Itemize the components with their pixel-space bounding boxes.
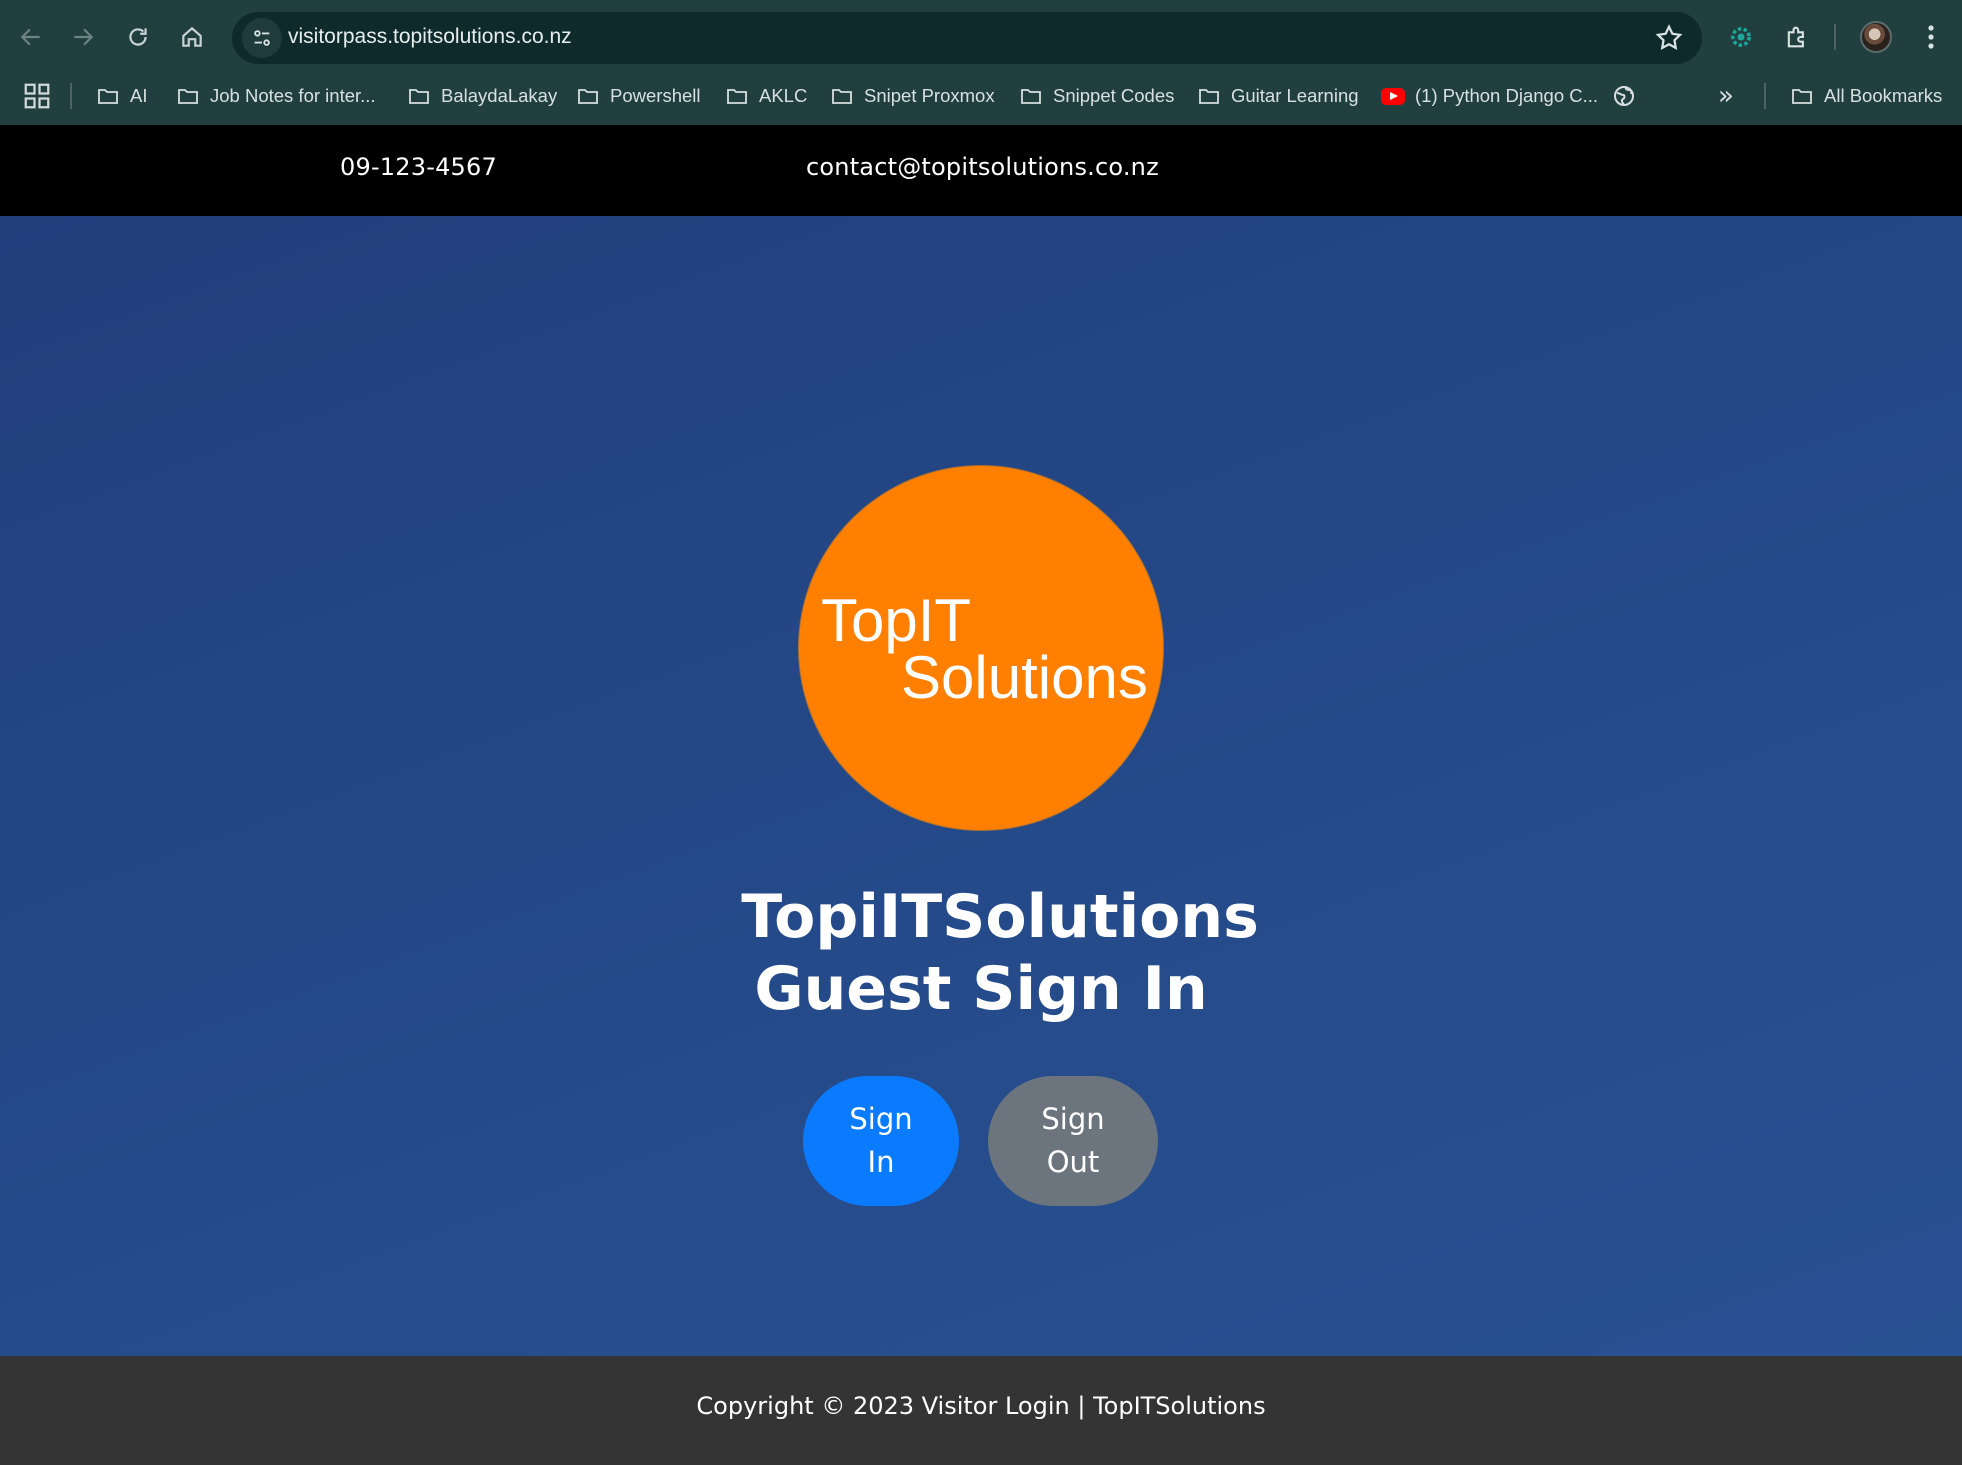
sign-out-button[interactable]: Sign Out xyxy=(988,1076,1158,1206)
folder-icon xyxy=(98,89,118,104)
globe-icon xyxy=(1614,86,1634,106)
folder-icon xyxy=(1199,89,1219,104)
contact-email: contact@topitsolutions.co.nz xyxy=(806,153,1159,181)
apps-grid-icon[interactable] xyxy=(22,81,52,111)
bookmark-folder-aklc[interactable]: AKLC xyxy=(725,79,807,113)
folder-icon xyxy=(578,89,598,104)
more-vert-icon xyxy=(1928,25,1934,49)
browser-toolbar: visitorpass.topitsolutions.co.nz xyxy=(0,0,1962,75)
address-bar[interactable]: visitorpass.topitsolutions.co.nz xyxy=(232,12,1702,64)
toolbar-divider xyxy=(1834,24,1836,50)
folder-icon xyxy=(1021,89,1041,104)
bookmark-label: Powershell xyxy=(610,85,701,106)
home-button[interactable] xyxy=(169,14,215,60)
bookmark-label: BalaydaLakay xyxy=(441,85,558,106)
back-arrow-icon xyxy=(20,28,40,46)
bookmark-folder-ai[interactable]: AI xyxy=(96,79,147,113)
youtube-icon xyxy=(1381,87,1405,105)
all-bookmarks-button[interactable]: All Bookmarks xyxy=(1790,79,1942,113)
forward-button[interactable] xyxy=(60,14,106,60)
logo-text-line1: TopIT xyxy=(821,587,972,654)
more-bookmarks-chevron-icon[interactable]: » xyxy=(1718,81,1734,111)
sign-in-button[interactable]: Sign In xyxy=(803,1076,959,1206)
logo-text-line2: Solutions xyxy=(901,644,1148,711)
bookmark-label: Snipet Proxmox xyxy=(864,85,995,106)
bookmark-folder-snippet-codes[interactable]: Snippet Codes xyxy=(1019,79,1174,113)
folder-icon xyxy=(832,89,852,104)
folder-icon xyxy=(727,89,747,104)
bookmark-separator xyxy=(1764,83,1766,109)
bookmark-folder-job-notes[interactable]: Job Notes for inter... xyxy=(176,79,376,113)
reload-icon xyxy=(129,28,147,46)
bookmark-star-icon[interactable] xyxy=(1654,23,1684,53)
bookmark-label: Guitar Learning xyxy=(1231,85,1359,106)
bookmark-folder-balaydalakay[interactable]: BalaydaLakay xyxy=(407,79,557,113)
forward-arrow-icon xyxy=(74,28,94,46)
bookmark-globe[interactable] xyxy=(1612,79,1636,113)
copyright-text: Copyright © 2023 Visitor Login | TopITSo… xyxy=(696,1392,1266,1420)
bookmark-label: AKLC xyxy=(759,85,808,106)
hero-section: TopIT Solutions TopiITSolutions Guest Si… xyxy=(0,216,1962,1356)
contact-topbar: 09-123-4567 contact@topitsolutions.co.nz xyxy=(0,125,1962,216)
bookmark-folder-guitar-learning[interactable]: Guitar Learning xyxy=(1197,79,1359,113)
gear-extension-icon xyxy=(1731,27,1751,47)
page-title-line1: TopiITSolutions xyxy=(741,882,1259,952)
bookmark-folder-powershell[interactable]: Powershell xyxy=(576,79,701,113)
puzzle-icon xyxy=(1787,26,1804,48)
sign-in-label: Sign In xyxy=(849,1102,913,1179)
bookmark-folder-snipet-proxmox[interactable]: Snipet Proxmox xyxy=(830,79,995,113)
bookmark-separator xyxy=(70,83,72,109)
bookmark-label: Job Notes for inter... xyxy=(210,85,376,106)
reload-button[interactable] xyxy=(115,14,161,60)
home-icon xyxy=(182,26,202,47)
folder-icon xyxy=(409,89,429,104)
profile-avatar[interactable] xyxy=(1860,21,1892,53)
phone-number: 09-123-4567 xyxy=(340,153,497,181)
sign-out-label: Sign Out xyxy=(1041,1102,1105,1179)
bookmark-label: Snippet Codes xyxy=(1053,85,1175,106)
extensions-button[interactable] xyxy=(1780,20,1814,54)
browser-menu-button[interactable] xyxy=(1916,20,1946,54)
back-button[interactable] xyxy=(8,14,54,60)
url-text[interactable]: visitorpass.topitsolutions.co.nz xyxy=(288,25,572,49)
folder-icon xyxy=(178,89,198,104)
folder-icon xyxy=(1792,89,1812,104)
page-title-line2: Guest Sign In xyxy=(754,954,1208,1024)
extension-icon[interactable] xyxy=(1724,20,1758,54)
bookmark-label: AI xyxy=(130,85,148,106)
browser-chrome: visitorpass.topitsolutions.co.nz AI Job … xyxy=(0,0,1962,125)
site-info-button[interactable] xyxy=(242,18,282,58)
company-logo: TopIT Solutions xyxy=(799,466,1163,830)
page-footer: Copyright © 2023 Visitor Login | TopITSo… xyxy=(0,1356,1962,1465)
bookmark-label: (1) Python Django C... xyxy=(1415,85,1599,106)
page-title: TopiITSolutions Guest Sign In xyxy=(0,881,1962,1025)
all-bookmarks-label: All Bookmarks xyxy=(1824,85,1943,106)
tune-icon xyxy=(254,30,270,46)
bookmark-python-django[interactable]: (1) Python Django C... xyxy=(1381,79,1598,113)
bookmarks-bar: AI Job Notes for inter... BalaydaLakay P… xyxy=(0,75,1962,125)
